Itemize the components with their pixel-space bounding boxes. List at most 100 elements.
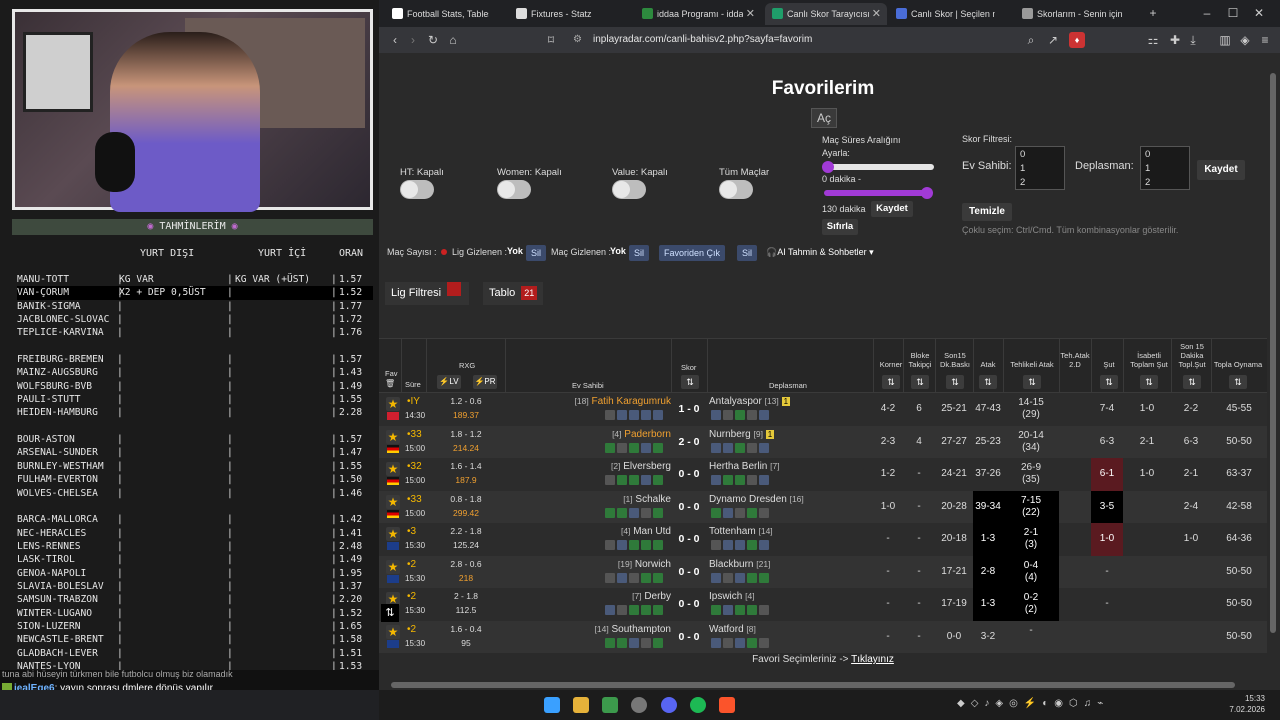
match-sil-button[interactable]: Sil [629, 245, 650, 261]
download-icon[interactable]: ⤓ [1185, 32, 1201, 48]
favorite-star-icon[interactable]: ★ [386, 527, 400, 541]
tab-3[interactable]: Canlı Skor Tarayıcısı ve✕ [765, 3, 887, 25]
match-row[interactable]: ★ •33 15:00 0.8 - 1.8 299.42 [1] Schalke 0 - 0… [379, 490, 1267, 523]
home-team[interactable]: [18] Fatih Karagumruk [509, 396, 671, 407]
brave-icon[interactable] [719, 697, 735, 713]
match-row[interactable]: ★ •2 15:30 1.6 - 0.4 95 [14] Southampton 0 - 0… [379, 620, 1267, 653]
tab-close-icon[interactable]: ✕ [746, 3, 755, 25]
favorites-link[interactable]: Tıklayınız [851, 654, 894, 665]
away-team[interactable]: Dynamo Dresden [16] [709, 494, 869, 505]
away-team[interactable]: Nurnberg [9] 1 [709, 429, 869, 440]
file-explorer-icon[interactable] [573, 697, 589, 713]
max-range-knob[interactable] [921, 187, 933, 199]
tab-5[interactable]: Skorlarım - Senin için Kişi [1015, 3, 1141, 25]
favorite-star-icon[interactable]: ★ [386, 559, 400, 574]
match-row[interactable]: ★ •3 15:30 2.2 - 1.8 125.24 [4] Man Utd 0 - 0 T… [379, 523, 1267, 556]
sidebar-icon[interactable]: ▥ [1217, 32, 1233, 48]
away-team[interactable]: Blackburn [21] [709, 559, 869, 570]
tab-1[interactable]: Fixtures - Statz [509, 3, 633, 25]
korner-sort-button[interactable]: ⇅ [882, 375, 900, 389]
match-row[interactable]: ★ •2 15:30 2 - 1.8 112.5 [7] Derby 0 - 0 Ipswic… [379, 588, 1267, 621]
match-row[interactable]: ★ •33 15:00 1.8 - 1.2 214.24 [4] Paderborn 2 -… [379, 425, 1267, 458]
sil-button[interactable]: Sil [737, 245, 758, 261]
wallet-icon[interactable]: ◈ [1237, 32, 1253, 48]
son15b-sort-button[interactable]: ⇅ [1183, 375, 1201, 389]
pr-sort-button[interactable]: ⚡PR [473, 375, 497, 389]
extension-icon[interactable]: ⚏ [1145, 32, 1161, 48]
away-team[interactable]: Watford [8] [709, 624, 869, 635]
blok-sort-button[interactable]: ⇅ [911, 375, 929, 389]
home-team[interactable]: [1] Schalke [509, 494, 671, 505]
remove-favorite-button[interactable]: Favoriden Çık [659, 245, 726, 261]
favorite-star-icon[interactable]: ★ [386, 494, 400, 509]
home-team[interactable]: [7] Derby [509, 591, 671, 602]
max-range-track[interactable] [824, 190, 932, 196]
league-sil-button[interactable]: Sil [526, 245, 547, 261]
home-team[interactable]: [4] Paderborn [509, 429, 671, 440]
topla-sort-button[interactable]: ⇅ [1229, 375, 1247, 389]
obs-icon[interactable] [631, 697, 647, 713]
brave-shield-icon[interactable]: ♦ [1069, 32, 1085, 48]
sort-toggle-button[interactable]: ⇅ [381, 604, 399, 622]
home-team[interactable]: [4] Man Utd [509, 526, 671, 537]
maximize-icon[interactable]: ☐ [1225, 5, 1241, 21]
trash-icon[interactable]: 🗑 [385, 379, 395, 388]
home-team[interactable]: [14] Southampton [509, 624, 671, 635]
away-team[interactable]: Ipswich [4] [709, 591, 869, 602]
away-team[interactable]: Tottenham [14] [709, 526, 869, 537]
tab-2[interactable]: iddaa Programı - iddaa ✕ [635, 3, 761, 25]
favorite-star-icon[interactable]: ★ [386, 429, 400, 444]
puzzle-icon[interactable]: ✚ [1167, 32, 1183, 48]
tatak-sort-button[interactable]: ⇅ [1023, 375, 1041, 389]
favorite-star-icon[interactable]: ★ [386, 397, 400, 411]
menu-icon[interactable]: ≡ [1257, 32, 1273, 48]
horizontal-scrollbar[interactable] [379, 679, 1280, 690]
tab-close-icon[interactable]: ✕ [872, 3, 881, 25]
home-team[interactable]: [19] Norwich [509, 559, 671, 570]
away-team[interactable]: Antalyaspor [13] 1 [709, 396, 869, 407]
all-matches-toggle[interactable] [719, 180, 753, 199]
match-row[interactable]: ★ •IY 14:30 1.2 - 0.6 189.37 [18] Fatih Karag… [379, 393, 1267, 426]
minimize-icon[interactable]: – [1199, 5, 1215, 21]
tab-4[interactable]: Canlı Skor | Seçilen maçlar [889, 3, 1013, 25]
back-icon[interactable]: ‹ [387, 32, 403, 48]
ai-menu[interactable]: 🎧AI Tahmin & Sohbetler ▾ [766, 247, 874, 258]
clock[interactable]: 15:33 7.02.2026 [1225, 693, 1265, 715]
windows-start-icon[interactable] [544, 697, 560, 713]
share-icon[interactable]: ↗ [1045, 32, 1061, 48]
bookmark-icon[interactable]: ⌑ [543, 32, 559, 48]
new-tab-icon[interactable]: + [1145, 5, 1161, 21]
tab-0[interactable]: Football Stats, Tables & Da [385, 3, 507, 25]
save-score-button[interactable]: Kaydet [1197, 160, 1245, 180]
ht-toggle[interactable] [400, 180, 434, 199]
favorite-star-icon[interactable]: ★ [386, 624, 400, 639]
min-range-knob[interactable] [822, 161, 834, 173]
spotify-icon[interactable] [690, 697, 706, 713]
league-filter-button[interactable]: Lig Filtresi [385, 282, 469, 305]
clear-button[interactable]: Temizle [962, 203, 1012, 221]
women-toggle[interactable] [497, 180, 531, 199]
notepad-icon[interactable] [602, 697, 618, 713]
home-score-select[interactable]: 012 [1015, 146, 1065, 190]
lv-sort-button[interactable]: ⚡LV [437, 375, 461, 389]
reset-button[interactable]: Sıfırla [822, 219, 858, 235]
vertical-scrollbar[interactable] [1267, 53, 1280, 680]
reload-icon[interactable]: ↻ [425, 32, 441, 48]
site-info-icon[interactable]: ⚙ [573, 30, 582, 50]
home-icon[interactable]: ⌂ [445, 32, 461, 48]
favorite-star-icon[interactable]: ★ [386, 462, 400, 476]
save-range-button[interactable]: Kaydet [871, 201, 913, 217]
sut-sort-button[interactable]: ⇅ [1100, 375, 1118, 389]
match-row[interactable]: ★ •2 15:30 2.8 - 0.6 218 [19] Norwich 0 - 0 Bla… [379, 555, 1267, 588]
open-button[interactable]: Aç [811, 108, 837, 128]
away-team[interactable]: Hertha Berlin [7] [709, 461, 869, 472]
table-button[interactable]: Tablo 21 [483, 282, 543, 305]
zoom-icon[interactable]: ⌕ [1023, 32, 1039, 48]
isabet-sort-button[interactable]: ⇅ [1140, 375, 1158, 389]
tray-icons[interactable]: ◆◇♪◈◎⚡◐◉⬡♫⌁ [957, 698, 1109, 709]
value-toggle[interactable] [612, 180, 646, 199]
away-score-select[interactable]: 012 [1140, 146, 1190, 190]
discord-icon[interactable] [661, 697, 677, 713]
home-team[interactable]: [2] Elversberg [509, 461, 671, 472]
forward-icon[interactable]: › [405, 32, 421, 48]
